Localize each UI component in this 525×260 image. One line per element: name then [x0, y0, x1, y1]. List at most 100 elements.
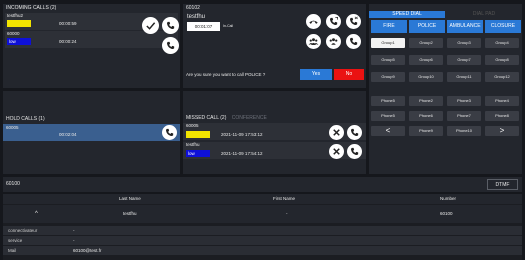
answer-call-button[interactable] [162, 17, 179, 34]
confirm-no-button[interactable]: No [334, 69, 364, 80]
speed-dial-panel: SPEED DIAL DIAL PAD FIRE POLICE AMBULANC… [369, 4, 522, 174]
phone-button[interactable]: Phone5 [371, 96, 405, 106]
expand-toggle[interactable]: ^ [35, 205, 38, 223]
group-button[interactable]: Group11 [447, 72, 481, 82]
status-badge: low [7, 38, 31, 45]
close-icon [333, 148, 340, 155]
tab-fire[interactable]: FIRE [371, 20, 407, 33]
phone-button[interactable]: Phone9 [409, 126, 443, 136]
group-button[interactable]: Group7 [447, 55, 481, 65]
caller-name: 60005 [186, 123, 199, 128]
phone-icon [350, 147, 359, 156]
call-timer: 00:01:07 [187, 22, 220, 31]
group-button[interactable]: Group3 [447, 38, 481, 48]
call-duration: 00:00:59 [59, 21, 77, 26]
call-duration: 00:00:24 [59, 39, 77, 44]
detail-value: - [73, 228, 75, 233]
tab-police[interactable]: POLICE [409, 20, 445, 33]
cell-first-name: - [286, 211, 288, 216]
detail-key: Mail [8, 248, 17, 253]
phone-list-icon [349, 37, 358, 46]
tab-missed-calls[interactable]: MISSED CALL (2) [186, 115, 226, 121]
cell-last-name: testfhu [123, 211, 137, 216]
confirm-message: Are you sure you want to call POLICE ? [186, 72, 266, 77]
group-button[interactable]: Group10 [409, 72, 443, 82]
active-call-number: 60102 [186, 5, 200, 11]
accept-check-button[interactable] [142, 17, 159, 34]
active-caller-name: testfhu [187, 14, 206, 20]
column-number: Number [440, 196, 457, 201]
tab-conference[interactable]: CONFERENCE [232, 115, 267, 121]
phone-button[interactable]: Phone10 [447, 126, 481, 136]
hold-call-row[interactable]: 60005 00:02:04 [3, 124, 180, 141]
caller-name: testfhu [186, 142, 200, 147]
contacts-table: Last Name First Name Number ^ testfhu - … [3, 194, 522, 260]
callback-button[interactable] [347, 144, 362, 159]
dial-bar: 60100 DTMF [3, 177, 522, 192]
resume-call-button[interactable] [162, 125, 177, 140]
tab-ambulance[interactable]: AMBULANCE [447, 20, 483, 33]
group-button[interactable]: Group1 [371, 38, 405, 48]
conference-button[interactable] [306, 34, 321, 49]
hold-calls-title: HOLD CALLS (1) [6, 116, 45, 122]
hangup-icon [309, 20, 318, 24]
detail-value: - [73, 238, 75, 243]
phone-icon [165, 128, 174, 137]
group-button[interactable]: Group12 [485, 72, 519, 82]
active-call-panel: 60102 testfhu 00:01:07 In-Call Are you s… [183, 4, 366, 88]
dismiss-missed-button[interactable] [329, 125, 344, 140]
phone-button[interactable]: Phone6 [409, 111, 443, 121]
phone-forward-icon [349, 16, 358, 26]
dtmf-button[interactable]: DTMF [487, 179, 518, 190]
phone-button[interactable]: Phone8 [485, 111, 519, 121]
group-button[interactable]: Group4 [485, 38, 519, 48]
confirm-yes-button[interactable]: Yes [300, 69, 332, 80]
hold-duration: 00:02:04 [59, 132, 77, 137]
group-button[interactable]: Group5 [371, 55, 405, 65]
phone-icon [166, 21, 175, 30]
incoming-calls-title: INCOMING CALLS (2) [6, 5, 57, 11]
answer-call-button[interactable] [162, 37, 179, 54]
phone-button[interactable]: Phone5 [371, 111, 405, 121]
group-button[interactable]: Group6 [409, 55, 443, 65]
dial-pad-tab[interactable]: DIAL PAD [446, 11, 522, 18]
tab-closure[interactable]: CLOSURE [485, 20, 521, 33]
forward-button[interactable] [346, 14, 361, 29]
group-button[interactable]: Group9 [371, 72, 405, 82]
group-icon [308, 38, 319, 45]
detail-value: 60100@test.fr [73, 248, 102, 253]
column-last-name: Last Name [119, 196, 141, 201]
missed-call-date: 2021-11-09 17:53:12 [221, 132, 263, 137]
close-icon [333, 129, 340, 136]
join-conference-button[interactable] [326, 34, 341, 49]
phone-list-button[interactable] [346, 34, 361, 49]
detail-row: service - [3, 236, 522, 245]
dismiss-missed-button[interactable] [329, 144, 344, 159]
group-button[interactable]: Group8 [485, 55, 519, 65]
detail-row: Mail 60100@test.fr [3, 246, 522, 255]
status-badge [7, 20, 31, 27]
status-badge [186, 131, 210, 138]
table-row[interactable]: ^ testfhu - 60100 [3, 205, 522, 223]
call-state: In-Call [223, 24, 234, 28]
incoming-calls-panel: INCOMING CALLS (2) testfhu2 00:00:59 600… [3, 4, 180, 88]
hangup-button[interactable] [306, 14, 321, 29]
phone-button[interactable]: Phone2 [409, 96, 443, 106]
hold-calls-panel: HOLD CALLS (1) 60005 00:02:04 [3, 91, 180, 174]
missed-call-date: 2021-11-09 17:54:12 [221, 151, 263, 156]
phone-button[interactable]: Phone7 [447, 111, 481, 121]
group-button[interactable]: Group2 [409, 38, 443, 48]
transfer-button[interactable] [326, 14, 341, 29]
next-page-button[interactable]: > [485, 126, 519, 136]
phone-button[interactable]: Phone4 [485, 96, 519, 106]
phone-transfer-icon [329, 17, 338, 26]
table-header: Last Name First Name Number [3, 194, 522, 204]
callback-button[interactable] [347, 125, 362, 140]
phone-button[interactable]: Phone3 [447, 96, 481, 106]
status-badge: low [186, 150, 210, 157]
detail-key: connectivateur [8, 228, 38, 233]
prev-page-button[interactable]: < [371, 126, 405, 136]
group-icon [329, 38, 338, 45]
caller-name: testfhu2 [7, 13, 24, 18]
dial-input[interactable]: 60100 [5, 180, 475, 189]
